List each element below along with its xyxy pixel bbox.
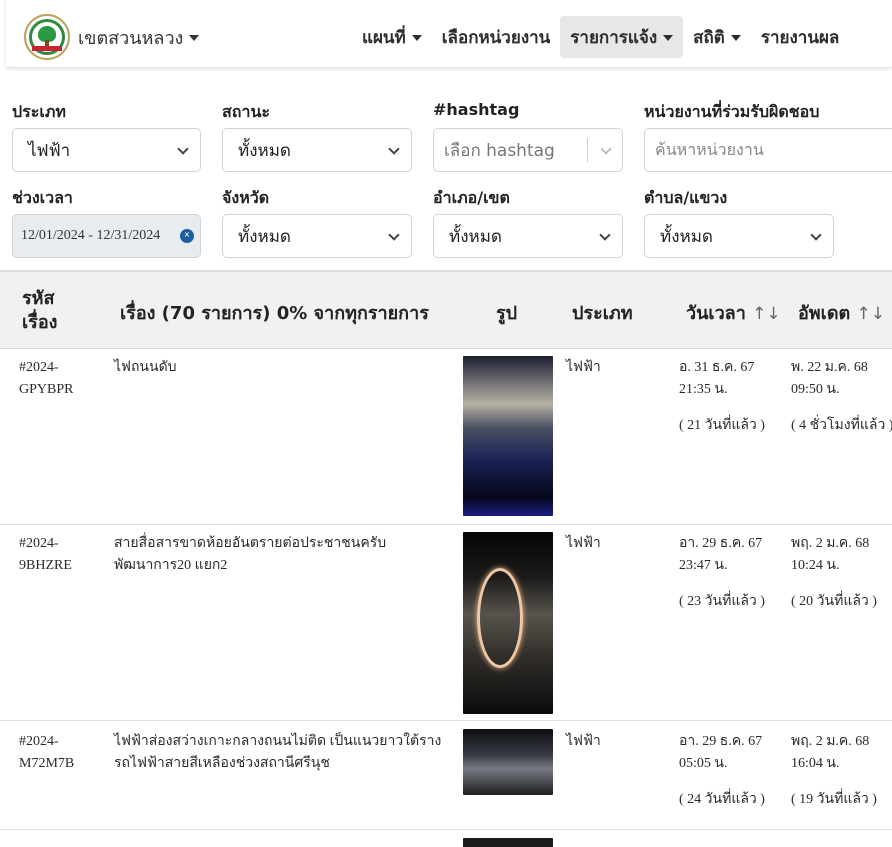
table-header: รหัส เรื่อง เรื่อง (70 รายการ) 0% จากทุก… [0, 270, 892, 349]
sort-icon: ↑↓ [752, 304, 781, 324]
report-type: ไฟฟ้า [566, 734, 601, 749]
table-row[interactable]: #2024- GPYBPR ไฟถนนดับ ไฟฟ้า อ. 31 ธ.ค. … [0, 349, 892, 525]
caret-down-icon [663, 35, 674, 41]
report-datetime: อ. 31 ธ.ค. 67 21:35 น. ( 21 วันที่แล้ว ) [679, 360, 765, 433]
report-subject: ไฟถนนดับ [114, 360, 177, 375]
district-logo-icon [24, 14, 70, 60]
reports-table: รหัส เรื่อง เรื่อง (70 รายการ) 0% จากทุก… [0, 270, 892, 847]
subdistrict-label: ตำบล/แขวง [644, 188, 728, 207]
province-select[interactable]: ทั้งหมด [222, 214, 412, 258]
hashtag-label: #hashtag [433, 100, 520, 119]
table-row[interactable] [0, 830, 892, 847]
report-type: ไฟฟ้า [566, 536, 601, 551]
report-photo[interactable] [463, 729, 553, 795]
clear-icon[interactable]: × [180, 229, 194, 243]
brand-dropdown[interactable]: เขตสวนหลวง [24, 14, 200, 60]
table-row[interactable]: #2024- M72M7B ไฟฟ้าส่องสว่างเกาะกลางถนนไ… [0, 721, 892, 830]
chevron-down-icon [600, 143, 612, 155]
nav-stats[interactable]: สถิติ [683, 16, 751, 58]
period-label: ช่วงเวลา [12, 188, 73, 207]
nav-select-agency[interactable]: เลือกหน่วยงาน [432, 16, 561, 58]
report-photo[interactable] [463, 532, 553, 714]
nav-map[interactable]: แผนที่ [352, 16, 432, 58]
report-subject: สายสื่อสารขาดห้อยอันตรายต่อประชาชนครับ พ… [114, 536, 387, 573]
report-type: ไฟฟ้า [566, 360, 601, 375]
status-select[interactable]: ทั้งหมด [222, 128, 412, 172]
agency-search-input[interactable]: ค้นหาหน่วยงาน [644, 128, 892, 172]
caret-down-icon [730, 35, 741, 41]
nav-reports[interactable]: รายการแจ้ง [560, 16, 684, 58]
report-id: #2024- 9BHZRE [19, 536, 72, 573]
district-select[interactable]: ทั้งหมด [433, 214, 623, 258]
report-datetime: อา. 29 ธ.ค. 67 23:47 น. ( 23 วันที่แล้ว … [679, 536, 765, 609]
district-label: อำเภอ/เขต [433, 188, 510, 207]
report-datetime: อา. 29 ธ.ค. 67 05:05 น. ( 24 วันที่แล้ว … [679, 734, 765, 807]
navbar: เขตสวนหลวง แผนที่ เลือกหน่วยงาน รายการแจ… [6, 0, 892, 68]
date-range-input[interactable]: 12/01/2024 - 12/31/2024 × [12, 214, 201, 258]
table-row[interactable]: #2024- 9BHZRE สายสื่อสารขาดห้อยอันตรายต่… [0, 525, 892, 721]
chevron-down-icon [810, 229, 822, 241]
hashtag-select[interactable]: เลือก hashtag [433, 128, 623, 172]
agency-label: หน่วยงานที่ร่วมรับผิดชอบ [644, 102, 820, 121]
report-id: #2024- M72M7B [19, 734, 75, 771]
report-updated: พฤ. 2 ม.ค. 68 16:04 น. ( 19 วันที่แล้ว ) [791, 734, 877, 807]
report-id: #2024- GPYBPR [19, 360, 74, 397]
sort-icon: ↑↓ [856, 304, 886, 324]
header-type: ประเภท [572, 303, 633, 324]
chevron-down-icon [177, 143, 189, 155]
report-photo[interactable] [463, 356, 553, 516]
province-label: จังหวัด [222, 188, 270, 207]
report-subject: ไฟฟ้าส่องสว่างเกาะกลางถนนไม่ติด เป็นแนวย… [114, 734, 442, 771]
report-updated: พ. 22 ม.ค. 68 09:50 น. ( 4 ชั่วโมงที่แล้… [791, 360, 892, 433]
type-label: ประเภท [12, 102, 66, 121]
header-updated[interactable]: อัพเดต ↑↓ [798, 298, 885, 327]
chevron-down-icon [599, 229, 611, 241]
report-photo[interactable] [463, 838, 553, 847]
header-subject: เรื่อง (70 รายการ) 0% จากทุกรายการ [120, 303, 429, 324]
header-id: รหัส เรื่อง [22, 288, 58, 333]
report-updated: พฤ. 2 ม.ค. 68 10:24 น. ( 20 วันที่แล้ว ) [791, 536, 877, 609]
subdistrict-select[interactable]: ทั้งหมด [644, 214, 834, 258]
header-photo: รูป [496, 303, 518, 324]
caret-down-icon [189, 35, 200, 41]
header-datetime[interactable]: วันเวลา ↑↓ [686, 298, 781, 327]
type-select[interactable]: ไฟฟ้า [12, 128, 201, 172]
brand-name: เขตสวนหลวง [78, 27, 184, 49]
caret-down-icon [411, 35, 422, 41]
main-nav: แผนที่ เลือกหน่วยงาน รายการแจ้ง สถิติ รา… [352, 16, 849, 58]
chevron-down-icon [388, 143, 400, 155]
nav-results[interactable]: รายงานผล [751, 16, 849, 58]
chevron-down-icon [388, 229, 400, 241]
status-label: สถานะ [222, 102, 270, 121]
